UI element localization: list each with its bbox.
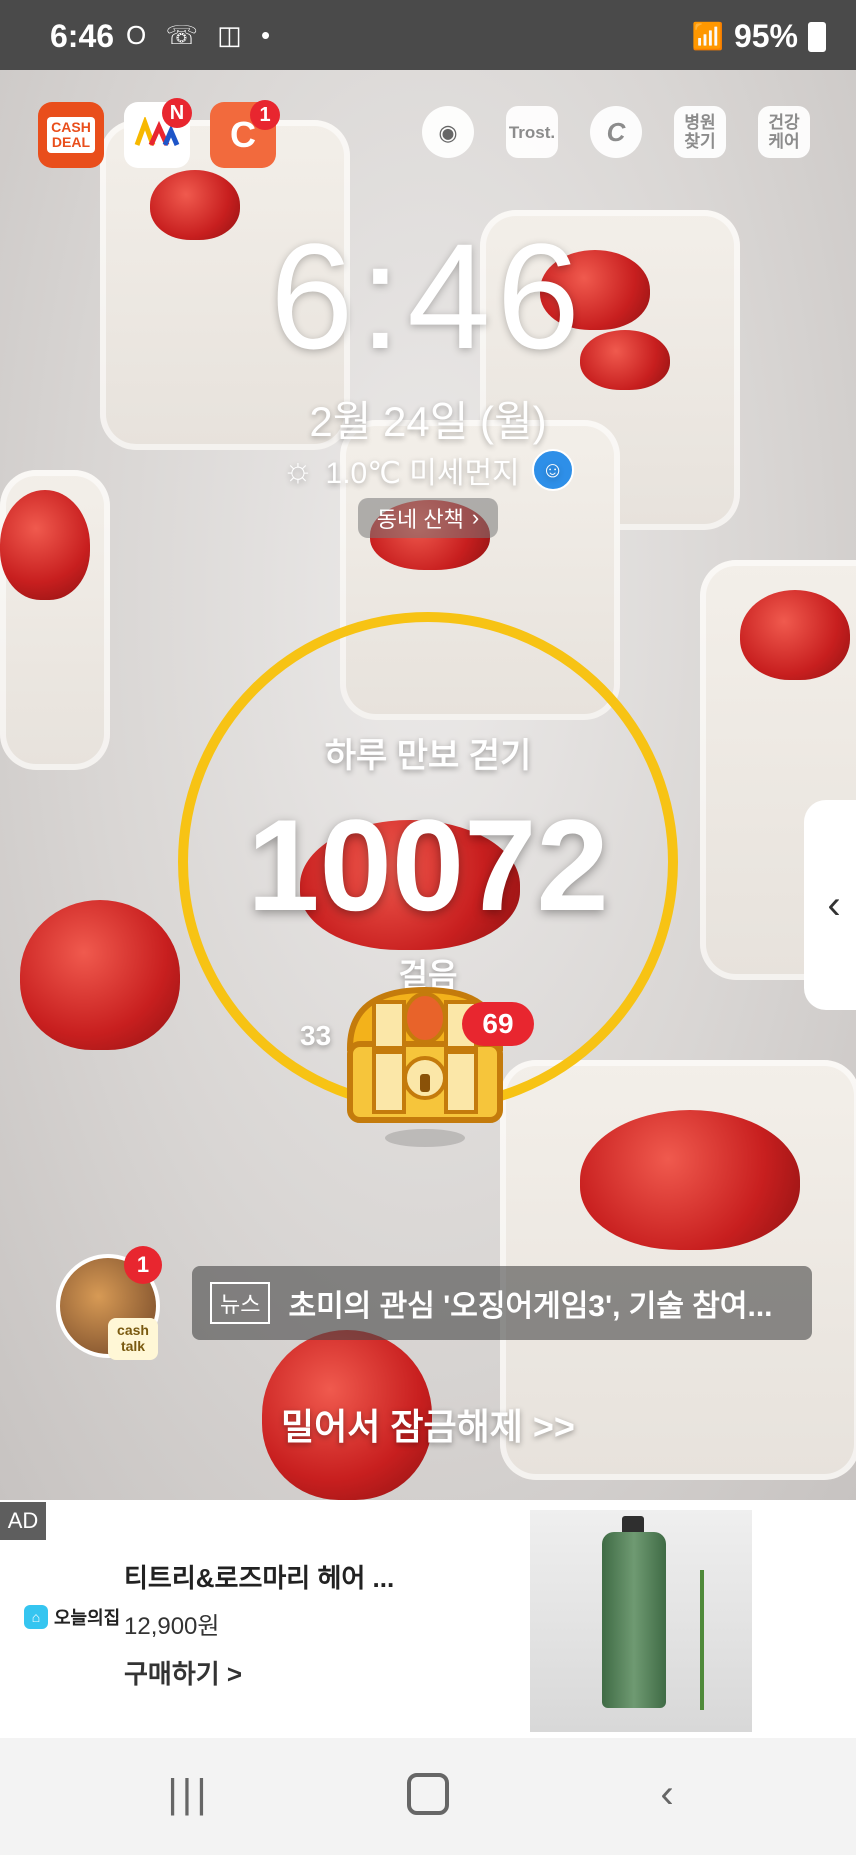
shampoo-bottle bbox=[602, 1532, 666, 1708]
ad-buy-link[interactable]: 구매하기 > bbox=[124, 1654, 242, 1691]
status-bar: 6:46 O ☏ ◫ • 📶 95% bbox=[0, 0, 856, 70]
mask-app-shortcut[interactable]: ◉ bbox=[422, 106, 474, 158]
air-quality-smile-icon: ☺ bbox=[531, 449, 574, 491]
cashtalk-label: cash talk bbox=[108, 1318, 158, 1360]
plant-leaves bbox=[700, 1570, 744, 1710]
house-icon: ⌂ bbox=[24, 1605, 48, 1629]
news-tag: 뉴스 bbox=[210, 1282, 271, 1324]
battery-icon bbox=[808, 21, 826, 52]
battery-text: 95% bbox=[733, 18, 798, 54]
health-care-label: 건강 케어 bbox=[768, 113, 800, 151]
cashtalk-badge: 1 bbox=[124, 1246, 162, 1284]
hospital-search-shortcut[interactable]: 병원 찾기 bbox=[674, 106, 726, 158]
trost-label: Trost. bbox=[508, 122, 556, 142]
ad-label: AD bbox=[0, 1502, 46, 1540]
weather-row[interactable]: ☼ 1.0℃ 미세먼지 ☺ bbox=[0, 448, 856, 492]
ad-price: 12,900원 bbox=[124, 1613, 220, 1640]
cash-deal-app-icon[interactable]: CASH DEAL bbox=[38, 102, 104, 168]
cash-deal-label: CASH DEAL bbox=[47, 117, 95, 153]
c-app-shortcut[interactable]: C bbox=[590, 106, 642, 158]
back-icon: ‹ bbox=[660, 1771, 674, 1816]
ad-brand: ⌂ 오늘의집 bbox=[24, 1604, 120, 1630]
sun-icon: ☼ bbox=[282, 450, 314, 489]
ad-banner[interactable]: AD ⌂ 오늘의집 티트리&로즈마리 헤어 ... 12,900원 구매하기 > bbox=[0, 1502, 856, 1738]
news-ticker[interactable]: 뉴스 초미의 관심 '오징어게임3', 기술 참여... bbox=[192, 1266, 812, 1340]
weather-text: 1.0℃ 미세먼지 bbox=[325, 457, 520, 490]
health-care-shortcut[interactable]: 건강 케어 bbox=[758, 106, 810, 158]
step-widget-title: 하루 만보 걷기 bbox=[324, 737, 532, 775]
status-time: 6:46 bbox=[50, 18, 115, 54]
back-button[interactable]: ‹ bbox=[632, 1764, 702, 1824]
recent-apps-icon: ||| bbox=[167, 1771, 211, 1816]
home-button[interactable] bbox=[393, 1764, 463, 1824]
ad-brand-name: 오늘의집 bbox=[54, 1608, 121, 1628]
recent-apps-button[interactable]: ||| bbox=[154, 1764, 224, 1824]
lockscreen-date: 2월 24일 (월) bbox=[309, 398, 547, 445]
hospital-search-label: 병원 찾기 bbox=[684, 113, 716, 151]
status-right: 📶 95% bbox=[692, 18, 826, 55]
edge-panel-handle[interactable]: ‹ bbox=[804, 800, 856, 1010]
navigation-bar: ||| ‹ bbox=[0, 1738, 856, 1855]
chevron-right-icon: › bbox=[471, 505, 480, 530]
cashwalk-badge: 1 bbox=[250, 100, 280, 130]
c-app-letter: C bbox=[606, 116, 626, 147]
lockscreen-clock: 6:46 bbox=[270, 212, 586, 380]
swipe-to-unlock-text[interactable]: 밀어서 잠금해제 >> bbox=[0, 1398, 856, 1450]
step-count: 10072 bbox=[247, 792, 609, 938]
trost-shortcut[interactable]: Trost. bbox=[506, 106, 558, 158]
walk-chip-label: 동네 산책 bbox=[376, 507, 464, 532]
reward-count-badge: 69 bbox=[462, 1002, 534, 1046]
mask-icon: ◉ bbox=[438, 119, 458, 145]
notification-icons: O ☏ ◫ • bbox=[126, 20, 277, 50]
ad-title: 티트리&로즈마리 헤어 ... bbox=[124, 1563, 395, 1593]
home-icon bbox=[407, 1773, 449, 1815]
wifi-icon: 📶 bbox=[691, 21, 724, 51]
chevron-left-icon: ‹ bbox=[827, 882, 841, 927]
whowho-badge: N bbox=[162, 98, 192, 128]
news-headline: 초미의 관심 '오징어게임3', 기술 참여... bbox=[288, 1290, 773, 1323]
ad-product-image[interactable] bbox=[530, 1510, 752, 1732]
neighborhood-walk-button[interactable]: 동네 산책 › bbox=[358, 498, 498, 538]
step-sub-value: 33 bbox=[300, 1020, 332, 1051]
